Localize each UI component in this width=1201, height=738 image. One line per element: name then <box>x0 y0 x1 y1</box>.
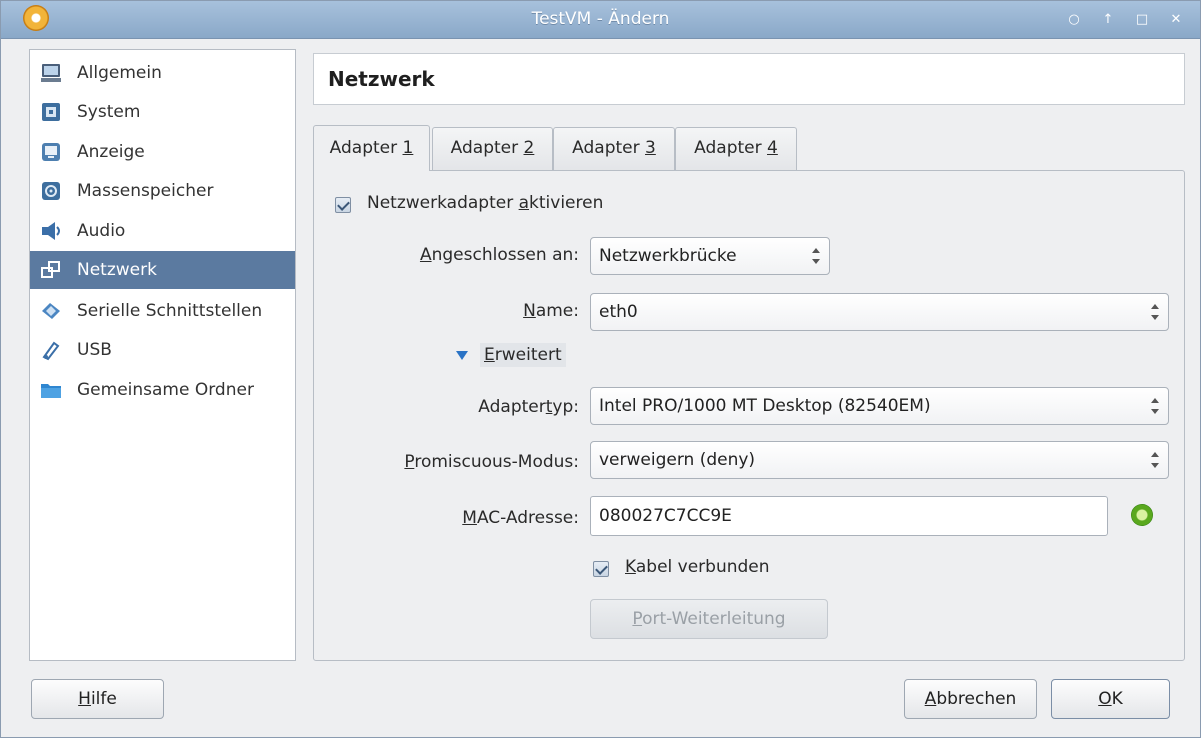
usb-icon <box>36 335 66 365</box>
close-button[interactable]: ✕ <box>1162 9 1190 31</box>
tab-adapter-4[interactable]: Adapter 4 <box>675 127 797 171</box>
port-forwarding-button[interactable]: Port-Weiterleitung <box>590 599 828 639</box>
sidebar-item-massenspeicher[interactable]: Massenspeicher <box>30 172 295 210</box>
cable-connected-label[interactable]: Kabel verbunden <box>625 557 770 577</box>
dialog-window: TestVM - Ändern ○ ↑ □ ✕ Allgemein System… <box>0 0 1201 738</box>
interface-name-select[interactable]: eth0 <box>590 293 1169 331</box>
sidebar-item-serielle-schnittstellen[interactable]: Serielle Schnittstellen <box>30 292 295 330</box>
system-icon <box>36 97 66 127</box>
enable-adapter-label[interactable]: Netzwerkadapter aktivieren <box>367 193 603 213</box>
sidebar-item-label: USB <box>77 340 112 360</box>
sidebar-item-label: Netzwerk <box>77 260 157 280</box>
sidebar-item-label: Audio <box>77 221 126 241</box>
adapter-type-label: Adaptertyp: <box>478 397 579 417</box>
display-icon <box>36 137 66 167</box>
sidebar-item-anzeige[interactable]: Anzeige <box>30 133 295 171</box>
sidebar-item-label: Allgemein <box>77 63 162 83</box>
sidebar-item-allgemein[interactable]: Allgemein <box>30 54 295 92</box>
expand-triangle-icon <box>456 350 468 360</box>
attached-to-select[interactable]: Netzwerkbrücke <box>590 237 830 275</box>
tab-adapter-2[interactable]: Adapter 2 <box>432 127 553 171</box>
sidebar-item-label: Serielle Schnittstellen <box>77 301 263 321</box>
adapter-type-select[interactable]: Intel PRO/1000 MT Desktop (82540EM) <box>590 387 1169 425</box>
generate-mac-refresh-icon[interactable] <box>1131 504 1153 526</box>
shared-folders-icon <box>36 375 66 405</box>
promiscuous-mode-select[interactable]: verweigern (deny) <box>590 441 1169 479</box>
ok-button[interactable]: OK <box>1051 679 1170 719</box>
window-title: TestVM - Ändern <box>531 9 670 29</box>
network-icon <box>36 255 66 285</box>
help-button[interactable]: Hilfe <box>31 679 164 719</box>
spinner-arrows-icon <box>1150 303 1160 321</box>
page-header: Netzwerk <box>313 53 1185 105</box>
sidebar-item-label: System <box>77 102 141 122</box>
sidebar-item-label: Gemeinsame Ordner <box>77 380 254 400</box>
cable-connected-checkbox[interactable] <box>593 561 609 577</box>
maximize-button[interactable]: □ <box>1128 9 1156 31</box>
storage-icon <box>36 176 66 206</box>
page-title: Netzwerk <box>328 67 435 91</box>
cancel-button[interactable]: Abbrechen <box>904 679 1037 719</box>
sidebar-item-system[interactable]: System <box>30 93 295 131</box>
settings-category-list: Allgemein System Anzeige Massenspeicher … <box>29 49 296 661</box>
serial-ports-icon <box>36 296 66 326</box>
spinner-arrows-icon <box>1150 451 1160 469</box>
sidebar-item-gemeinsame-ordner[interactable]: Gemeinsame Ordner <box>30 371 295 409</box>
sidebar-item-label: Anzeige <box>77 142 145 162</box>
attached-to-label: Angeschlossen an: <box>419 245 579 265</box>
enable-adapter-checkbox[interactable] <box>335 197 351 213</box>
tab-adapter-3[interactable]: Adapter 3 <box>553 127 675 171</box>
tab-adapter-1[interactable]: Adapter 1 <box>313 125 430 171</box>
advanced-expander[interactable]: Erweitert <box>456 343 566 367</box>
promiscuous-mode-label: Promiscuous-Modus: <box>404 452 579 472</box>
audio-icon <box>36 216 66 246</box>
keep-above-button[interactable]: ↑ <box>1094 9 1122 31</box>
title-bar[interactable]: TestVM - Ändern ○ ↑ □ ✕ <box>1 1 1200 39</box>
spinner-arrows-icon <box>1150 397 1160 415</box>
mac-address-label: MAC-Adresse: <box>462 508 579 528</box>
window-menu-button[interactable]: ○ <box>1060 9 1088 31</box>
sidebar-item-label: Massenspeicher <box>77 181 214 201</box>
spinner-arrows-icon <box>811 247 821 265</box>
name-label: Name: <box>523 301 579 321</box>
sidebar-item-netzwerk[interactable]: Netzwerk <box>30 251 295 289</box>
sidebar-item-audio[interactable]: Audio <box>30 212 295 250</box>
sidebar-item-usb[interactable]: USB <box>30 331 295 369</box>
general-icon <box>36 58 66 88</box>
mac-address-field[interactable]: 080027C7CC9E <box>590 496 1108 536</box>
